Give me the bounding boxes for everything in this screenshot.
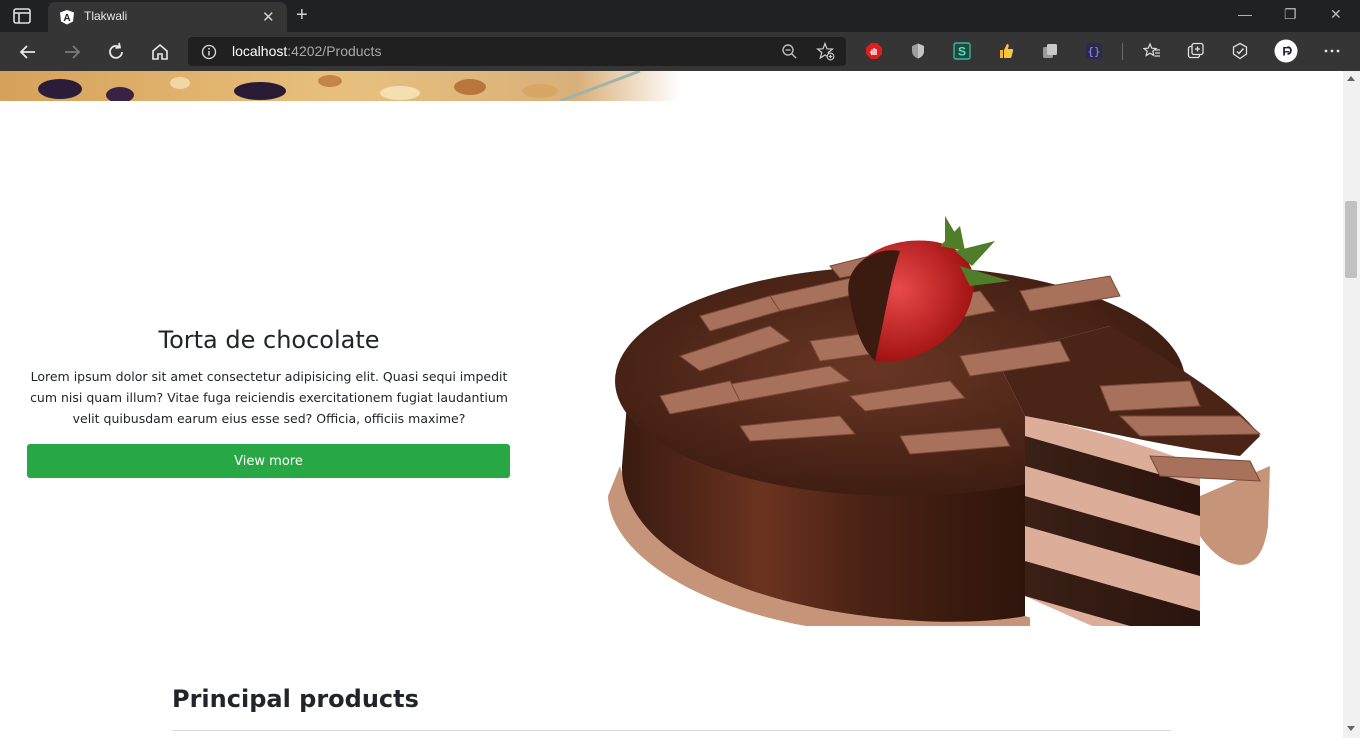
forward-icon[interactable] [61, 41, 83, 63]
restore-button[interactable]: ❐ [1284, 6, 1297, 23]
product-title: Torta de chocolate [158, 326, 380, 354]
previous-product-image [0, 71, 680, 101]
svg-text:A: A [63, 13, 70, 24]
window-close-button[interactable]: ✕ [1330, 6, 1342, 23]
shield-icon[interactable] [909, 42, 927, 60]
url-host: localhost [232, 43, 288, 59]
brackets-extension-icon[interactable]: {} [1085, 42, 1103, 60]
url-path: :4202/Products [287, 43, 382, 59]
tab-title: Tlakwali [84, 9, 128, 23]
tab-close-button[interactable]: ✕ [262, 8, 275, 26]
page-scrollbar[interactable] [1343, 71, 1360, 738]
copy-extension-icon[interactable] [1041, 42, 1059, 60]
angular-favicon-icon: A [60, 10, 74, 25]
scroll-up-arrow-icon[interactable] [1347, 76, 1355, 81]
section-title: Principal products [172, 685, 419, 713]
thumbs-up-icon[interactable] [997, 42, 1015, 60]
product-info: Torta de chocolate Lorem ipsum dolor sit… [24, 326, 514, 478]
browser-tab-bar: A Tlakwali ✕ + — ❐ ✕ [0, 0, 1360, 32]
refresh-icon[interactable] [105, 41, 127, 63]
minimize-button[interactable]: — [1238, 6, 1252, 22]
view-more-button[interactable]: View more [27, 444, 510, 478]
scroll-down-arrow-icon[interactable] [1347, 726, 1355, 731]
scrollbar-thumb[interactable] [1345, 201, 1357, 278]
site-info-icon[interactable] [201, 44, 217, 60]
new-tab-button[interactable]: + [296, 4, 308, 27]
add-favorite-icon[interactable] [816, 42, 835, 61]
chocolate-cake-image [608, 216, 1270, 626]
more-icon[interactable] [1323, 42, 1341, 60]
home-icon[interactable] [149, 41, 171, 63]
product-description: Lorem ipsum dolor sit amet consectetur a… [30, 369, 508, 426]
zoom-out-icon[interactable] [781, 43, 798, 60]
s-extension-icon[interactable]: S [953, 42, 971, 60]
profile-icon[interactable]: F [1274, 39, 1298, 63]
favorites-icon[interactable] [1143, 42, 1161, 60]
back-icon[interactable] [17, 41, 39, 63]
section-divider [172, 730, 1171, 731]
adblock-icon[interactable] [865, 42, 883, 60]
tab-actions-icon[interactable] [12, 7, 34, 25]
browser-toolbar: localhost:4202/Products S {} F [0, 32, 1360, 71]
address-bar[interactable]: localhost:4202/Products [188, 37, 846, 66]
collections-icon[interactable] [1187, 42, 1205, 60]
page-viewport: Torta de chocolate Lorem ipsum dolor sit… [0, 71, 1343, 738]
url-text: localhost:4202/Products [232, 43, 381, 59]
svg-text:S: S [958, 45, 966, 59]
performance-icon[interactable] [1231, 42, 1249, 60]
browser-tab[interactable]: A Tlakwali ✕ [48, 2, 287, 32]
toolbar-separator [1122, 43, 1123, 60]
svg-text:{}: {} [1087, 45, 1100, 58]
